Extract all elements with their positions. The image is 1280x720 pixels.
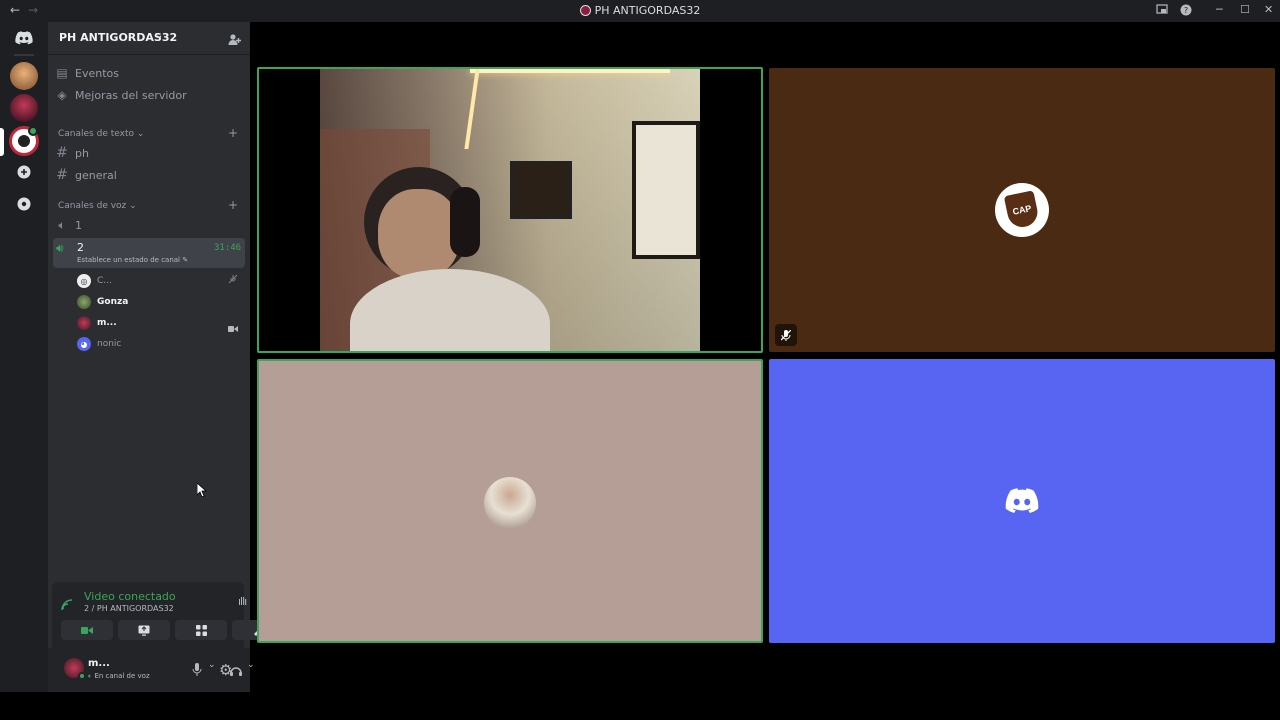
mic-muted-icon [228, 274, 238, 287]
microphone-icon[interactable] [192, 661, 202, 680]
headphones [450, 187, 480, 257]
add-text-channel-icon[interactable]: + [228, 126, 238, 140]
call-timer: 31:46 [214, 243, 242, 253]
rail-divider [14, 54, 34, 56]
sidebar-item-eventos[interactable]: ▤ Eventos [53, 63, 245, 83]
channel-status-prompt[interactable]: Establece un estado de canal ✎ [77, 256, 188, 264]
channel-sidebar: PH ANTIGORDAS32 ⌄ ▤ Eventos ◈ Mejoras de… [48, 22, 284, 692]
category-text-channels[interactable]: Canales de texto ⌄ [58, 129, 144, 139]
avatar-tile-cap[interactable]: CAP [769, 68, 1275, 352]
person-face [378, 189, 460, 279]
add-server-icon[interactable] [10, 158, 38, 186]
activities-button[interactable] [175, 620, 227, 640]
voice-user-row[interactable]: ◎ C... [77, 272, 112, 290]
voice-channel-path[interactable]: 2 / PH ANTIGORDAS32 [84, 604, 174, 613]
cap-crest: CAP [1003, 190, 1041, 230]
voice-user-row[interactable]: ◕ nonic [77, 335, 121, 353]
speaker-active-icon: 🔊︎ [56, 241, 64, 255]
online-status-dot [78, 672, 86, 680]
discord-logo-icon [1005, 488, 1039, 518]
server-1-icon[interactable] [10, 62, 38, 90]
speaker-icon: 🔈︎ [58, 217, 66, 232]
chevron-down-icon: ⌄ [155, 30, 164, 41]
help-icon[interactable]: ? [1180, 4, 1192, 19]
hash-icon: # [56, 145, 68, 161]
voice-status: Video conectado [84, 590, 176, 603]
username: m... [88, 658, 110, 669]
led-strip [470, 69, 670, 73]
channel-general[interactable]: # general [53, 165, 245, 185]
voice-channel-1[interactable]: 🔈︎ 1 [53, 215, 245, 235]
avatar: CAP [995, 183, 1049, 237]
chevron-down-icon[interactable]: ⌄ [247, 660, 255, 670]
server-header[interactable]: PH ANTIGORDAS32 ⌄ [48, 22, 250, 54]
avatar: ◕ [77, 337, 91, 351]
server-rail [0, 22, 48, 692]
invite-icon[interactable] [228, 31, 241, 50]
minimize-icon[interactable]: ─ [1216, 3, 1223, 16]
server-2-icon[interactable] [10, 94, 38, 122]
close-icon[interactable]: ✕ [1264, 3, 1273, 16]
calendar-icon: ▤ [56, 66, 68, 80]
signal-icon[interactable] [61, 596, 73, 615]
add-voice-channel-icon[interactable]: + [228, 198, 238, 212]
voice-channel-2[interactable]: 🔊︎ 2 31:46 Establece un estado de canal … [53, 238, 245, 268]
server-icon [579, 5, 591, 16]
video-camera-icon [228, 318, 238, 337]
jersey-frame [632, 121, 700, 259]
channel-ph[interactable]: # ph [53, 143, 245, 163]
voice-user-row[interactable]: Gonza [77, 293, 128, 311]
avatar [77, 295, 91, 309]
camera-feed [320, 69, 700, 351]
avatar: ◎ [77, 274, 91, 288]
video-tile-camera[interactable] [257, 67, 763, 353]
boost-icon: ◈ [57, 88, 67, 102]
voice-channel-2-name: 2 [77, 241, 84, 254]
mouse-cursor [196, 482, 208, 501]
window-title: PH ANTIGORDAS32 [0, 4, 1280, 17]
header-divider [48, 54, 250, 55]
discord-home-icon[interactable] [10, 24, 38, 52]
inbox-icon[interactable] [1156, 3, 1168, 18]
voice-activity-badge [28, 126, 38, 136]
maximize-icon[interactable]: ☐ [1240, 3, 1250, 16]
avatar [484, 477, 536, 529]
sidebar-item-mejoras[interactable]: ◈ Mejoras del servidor [53, 85, 245, 105]
avatar-tile-user[interactable] [257, 359, 763, 643]
screen-share-button[interactable] [118, 620, 170, 640]
noise-suppression-icon[interactable]: ıllı [238, 595, 247, 608]
camera-button[interactable] [61, 620, 113, 640]
picture-frame [510, 161, 572, 219]
avatar [77, 316, 91, 330]
title-bar: ← → PH ANTIGORDAS32 ? ─ ☐ ✕ [0, 0, 1280, 22]
category-voice-channels[interactable]: Canales de voz ⌄ [58, 201, 137, 211]
gear-icon[interactable]: ⚙︎ [219, 661, 232, 679]
avatar-tile-discord[interactable] [769, 359, 1275, 643]
voice-user-row[interactable]: m... [77, 314, 117, 332]
user-status: 🔈︎ En canal de voz [88, 672, 150, 680]
selected-server-pill [0, 128, 4, 156]
mic-muted-icon [775, 324, 797, 346]
svg-text:?: ? [1184, 6, 1188, 15]
chevron-down-icon[interactable]: ⌄ [208, 660, 216, 670]
explore-icon[interactable] [10, 190, 38, 218]
hash-icon: # [56, 167, 68, 183]
